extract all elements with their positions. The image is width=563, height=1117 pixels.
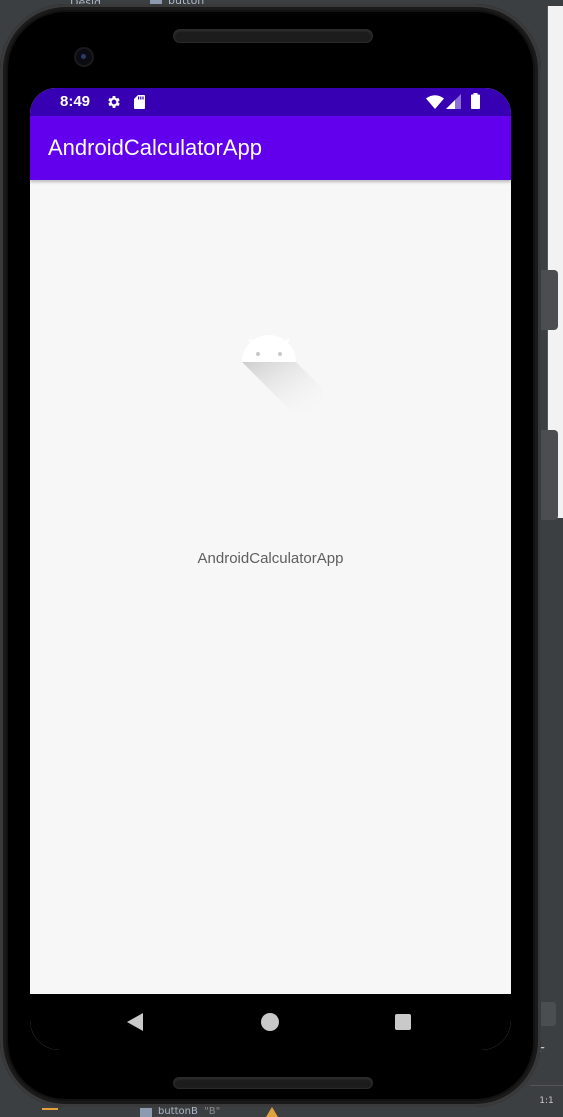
recents-icon[interactable] xyxy=(395,1014,411,1030)
component-name: buttonB xyxy=(158,1106,198,1117)
wifi-icon xyxy=(426,95,444,109)
navigation-bar xyxy=(30,994,511,1050)
sd-card-icon xyxy=(134,95,145,109)
android-icon xyxy=(242,335,322,412)
gear-icon xyxy=(108,96,120,108)
component-icon xyxy=(140,1108,152,1117)
status-time: 8:49 xyxy=(60,93,91,110)
bottom-speaker xyxy=(174,1078,372,1088)
phone-frame: 8:49 AndroidCalculatorApp AndroidCalcula… xyxy=(0,4,541,1107)
app-bar: AndroidCalculatorApp xyxy=(30,116,511,180)
home-icon[interactable] xyxy=(261,1013,279,1031)
battery-icon xyxy=(471,93,480,109)
top-speaker xyxy=(174,30,372,42)
phone-screen: 8:49 AndroidCalculatorApp AndroidCalcula… xyxy=(30,88,511,1050)
back-icon[interactable] xyxy=(127,1013,143,1031)
zoom-actual-size-button[interactable]: 1:1 xyxy=(530,1085,563,1116)
component-tree-item[interactable]: buttonB "B" xyxy=(158,1106,220,1117)
signal-icon xyxy=(446,94,461,109)
splash-app-name: AndroidCalculatorApp xyxy=(197,550,344,567)
app-title: AndroidCalculatorApp xyxy=(48,135,263,160)
warning-icon[interactable] xyxy=(266,1107,278,1117)
status-bar: 8:49 xyxy=(30,88,511,116)
component-value: "B" xyxy=(204,1106,221,1117)
selection-indicator xyxy=(42,1108,58,1110)
front-camera-icon xyxy=(76,49,92,65)
